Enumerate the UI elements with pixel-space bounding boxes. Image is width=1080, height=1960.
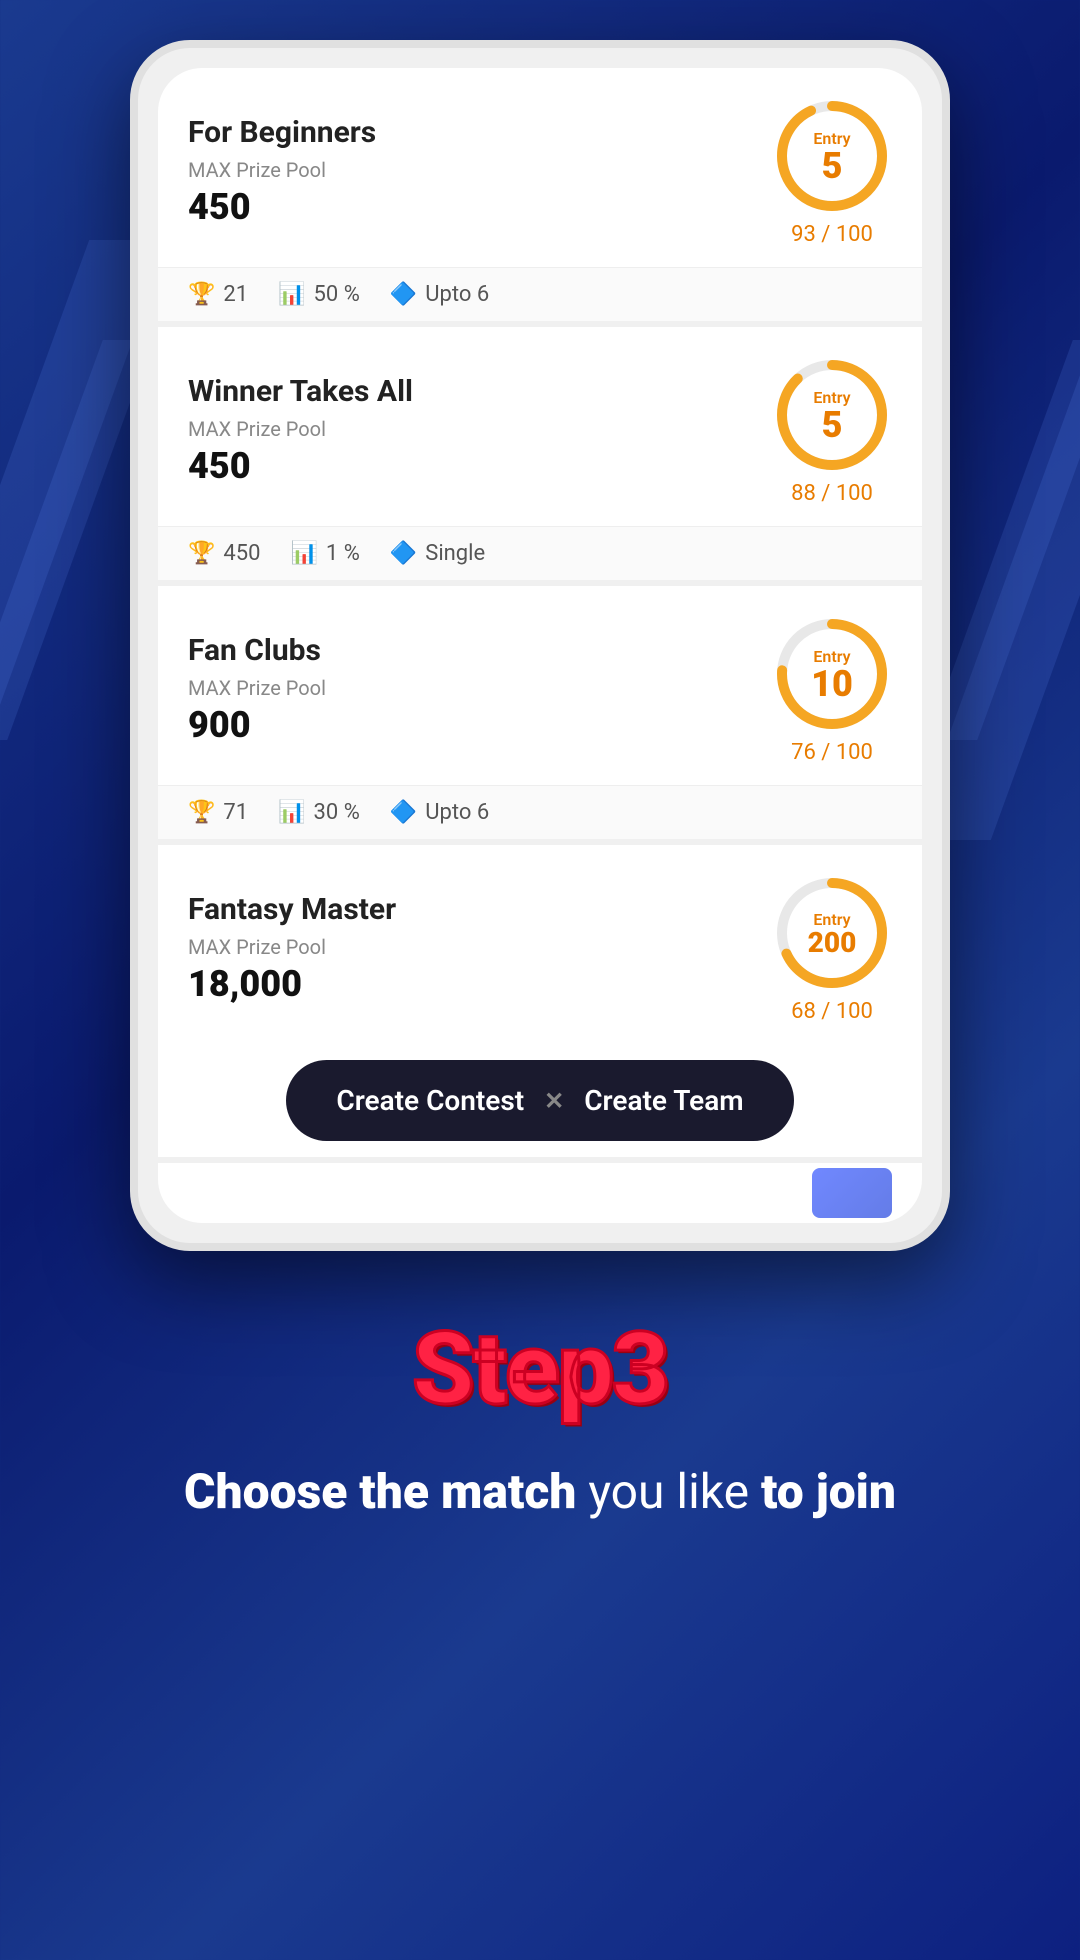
card-prize-amount-fantasy: 18,000	[188, 963, 396, 1005]
card-title-fantasy: Fantasy Master	[188, 892, 396, 927]
trophy-icon-fanclubs: 🏆	[188, 800, 215, 825]
stat-percent-beginners: 📊 50 %	[278, 282, 360, 307]
entry-badge-fanclubs: Entry 10 76 / 100	[772, 614, 892, 765]
stat-percent-winner: 📊 1 %	[291, 541, 360, 566]
stat-value-team-winner: Single	[425, 541, 485, 566]
create-team-button[interactable]: Create Team	[584, 1084, 743, 1117]
partial-avatar	[812, 1168, 892, 1218]
team-icon-fanclubs: 🔷	[390, 800, 417, 825]
stat-value-trophy-fanclubs: 71	[223, 800, 248, 825]
team-icon-winner: 🔷	[390, 541, 417, 566]
chart-icon-fanclubs: 📊	[278, 800, 305, 825]
card-info-fantasy: Fantasy Master MAX Prize Pool 18,000	[188, 892, 396, 1005]
stat-value-percent-beginners: 50 %	[314, 282, 360, 307]
stat-trophy-winner: 🏆 450	[188, 541, 261, 566]
contest-card-fantasy[interactable]: Fantasy Master MAX Prize Pool 18,000 Ent…	[158, 845, 922, 1157]
stat-percent-fanclubs: 📊 30 %	[278, 800, 360, 825]
create-contest-button[interactable]: Create Contest	[336, 1084, 524, 1117]
card-stats-fanclubs: 🏆 71 📊 30 % 🔷 Upto 6	[158, 785, 922, 839]
stat-team-winner: 🔷 Single	[390, 541, 485, 566]
entry-circle-fantasy: Entry 200	[772, 873, 892, 993]
card-info-winner: Winner Takes All MAX Prize Pool 450	[188, 374, 413, 487]
stat-value-trophy-beginners: 21	[223, 282, 248, 307]
stat-value-trophy-winner: 450	[223, 541, 260, 566]
entry-value-winner: 5	[822, 407, 843, 443]
card-stats-beginners: 🏆 21 📊 50 % 🔷 Upto 6	[158, 267, 922, 321]
contest-card-fanclubs[interactable]: Fan Clubs MAX Prize Pool 900 Entry	[158, 586, 922, 839]
card-prize-amount-beginners: 450	[188, 186, 376, 228]
subtitle-bold-2: to join	[761, 1463, 896, 1520]
entry-count-beginners: 93 / 100	[791, 222, 873, 247]
stat-value-percent-fanclubs: 30 %	[314, 800, 360, 825]
subtitle-normal: you like	[576, 1463, 761, 1520]
trophy-icon-winner: 🏆	[188, 541, 215, 566]
card-title-winner: Winner Takes All	[188, 374, 413, 409]
step-title: Step3	[40, 1311, 1040, 1428]
divider-icon: ✕	[544, 1087, 564, 1115]
chart-icon: 📊	[278, 282, 305, 307]
entry-badge-fantasy: Entry 200 68 / 100	[772, 873, 892, 1024]
card-stats-winner: 🏆 450 📊 1 % 🔷 Single	[158, 526, 922, 580]
step-subtitle: Choose the match you like to join	[40, 1458, 1040, 1525]
card-title-fanclubs: Fan Clubs	[188, 633, 326, 668]
entry-badge-beginners: Entry 5 93 / 100	[772, 96, 892, 247]
card-info-beginners: For Beginners MAX Prize Pool 450	[188, 115, 376, 228]
card-prize-label-fanclubs: MAX Prize Pool	[188, 676, 326, 700]
stat-value-team-fanclubs: Upto 6	[425, 800, 489, 825]
entry-value-fanclubs: 10	[811, 666, 853, 702]
phone-screen: For Beginners MAX Prize Pool 450 Entry	[158, 68, 922, 1223]
entry-value-fantasy: 200	[808, 929, 857, 957]
action-bar: Create Contest ✕ Create Team	[158, 1044, 922, 1157]
contest-card-winner[interactable]: Winner Takes All MAX Prize Pool 450 Entr…	[158, 327, 922, 580]
entry-count-winner: 88 / 100	[791, 481, 873, 506]
entry-badge-winner: Entry 5 88 / 100	[772, 355, 892, 506]
card-prize-amount-fanclubs: 900	[188, 704, 326, 746]
stat-team-beginners: 🔷 Upto 6	[390, 282, 489, 307]
entry-circle-fanclubs: Entry 10	[772, 614, 892, 734]
stat-trophy-fanclubs: 🏆 71	[188, 800, 248, 825]
subtitle-bold-1: Choose the match	[184, 1463, 576, 1520]
contest-card-beginners[interactable]: For Beginners MAX Prize Pool 450 Entry	[158, 68, 922, 321]
card-info-fanclubs: Fan Clubs MAX Prize Pool 900	[188, 633, 326, 746]
partial-card-bottom	[158, 1163, 922, 1223]
entry-circle-beginners: Entry 5	[772, 96, 892, 216]
entry-count-fanclubs: 76 / 100	[791, 740, 873, 765]
entry-circle-winner: Entry 5	[772, 355, 892, 475]
card-title-beginners: For Beginners	[188, 115, 376, 150]
card-prize-label-winner: MAX Prize Pool	[188, 417, 413, 441]
card-prize-label-fantasy: MAX Prize Pool	[188, 935, 396, 959]
chart-icon-winner: 📊	[291, 541, 318, 566]
stat-trophy-beginners: 🏆 21	[188, 282, 248, 307]
entry-count-fantasy: 68 / 100	[791, 999, 873, 1024]
trophy-icon: 🏆	[188, 282, 215, 307]
card-prize-amount-winner: 450	[188, 445, 413, 487]
action-pill: Create Contest ✕ Create Team	[286, 1060, 793, 1141]
contest-list: For Beginners MAX Prize Pool 450 Entry	[158, 68, 922, 1223]
bottom-section: Step3 Choose the match you like to join	[0, 1251, 1080, 1605]
stat-team-fanclubs: 🔷 Upto 6	[390, 800, 489, 825]
card-prize-label-beginners: MAX Prize Pool	[188, 158, 376, 182]
entry-value-beginners: 5	[822, 148, 843, 184]
team-icon: 🔷	[390, 282, 417, 307]
phone-shell: For Beginners MAX Prize Pool 450 Entry	[130, 40, 950, 1251]
stat-value-percent-winner: 1 %	[326, 541, 360, 566]
stat-value-team-beginners: Upto 6	[425, 282, 489, 307]
